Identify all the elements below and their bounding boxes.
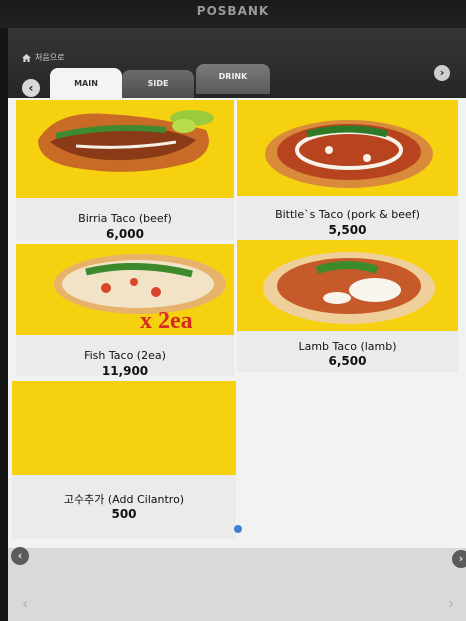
chevron-left-icon[interactable]: ‹: [22, 79, 40, 97]
fish-taco-photo: x 2ea: [16, 244, 234, 335]
bottom-panel: ‹ ›: [8, 548, 466, 621]
menu-item-name: Bittle`s Taco (pork & beef): [275, 208, 420, 221]
menu-item-add-cilantro[interactable]: 고수추가 (Add Cilantro) 500: [12, 381, 236, 539]
page-indicator-dot[interactable]: [234, 525, 242, 533]
menu-item-name: 고수추가 (Add Cilantro): [63, 493, 185, 506]
prev-page-button[interactable]: ‹: [11, 547, 29, 565]
menu-item-birria-taco[interactable]: Birria Taco (beef) 6,000: [16, 100, 234, 241]
menu-item-name: Birria Taco (beef): [78, 212, 172, 225]
menu-item-bittles-taco[interactable]: Bittle`s Taco (pork & beef) 5,500: [237, 100, 458, 240]
menu-item-name: Lamb Taco (lamb): [298, 340, 397, 353]
menu-item-price: 6,500: [328, 354, 367, 368]
menu-item-price: 5,500: [328, 223, 367, 237]
menu-grid: Birria Taco (beef) 6,000 Bittle`s Taco (…: [8, 98, 466, 548]
add-cilantro-photo: [12, 381, 236, 475]
menu-item-lamb-taco[interactable]: Lamb Taco (lamb) 6,500: [237, 240, 458, 372]
chevron-right-icon[interactable]: ›: [434, 65, 450, 81]
chevron-left-icon[interactable]: ‹: [22, 594, 28, 613]
device-bezel: POSBANK: [0, 0, 466, 28]
device-brand: POSBANK: [196, 4, 270, 18]
menu-item-price: 6,000: [106, 227, 144, 241]
tab-main[interactable]: MAIN: [50, 68, 122, 100]
bittles-taco-photo: [237, 100, 458, 196]
tab-side[interactable]: SIDE: [122, 70, 194, 98]
menu-item-name: Fish Taco (2ea): [84, 349, 166, 362]
home-label: 처음으로: [35, 53, 65, 62]
menu-item-price: 500: [111, 507, 137, 521]
chevron-right-icon[interactable]: ›: [448, 594, 454, 613]
top-bar: 처음으로 ‹ › DRINK SIDE MAIN: [8, 28, 466, 100]
lamb-taco-photo: [237, 240, 458, 331]
menu-item-fish-taco[interactable]: x 2ea Fish Taco (2ea) 11,900: [16, 244, 234, 378]
quantity-overlay-text: x 2ea: [140, 308, 193, 334]
home-icon: [22, 53, 31, 62]
home-button[interactable]: 처음으로: [22, 52, 64, 63]
menu-item-price: 11,900: [101, 364, 149, 378]
kiosk-screen: 처음으로 ‹ › DRINK SIDE MAIN Birria Taco (be…: [8, 28, 466, 621]
birria-taco-photo: [16, 100, 234, 198]
tab-drink[interactable]: DRINK: [196, 64, 270, 94]
next-page-button[interactable]: ›: [452, 550, 466, 568]
